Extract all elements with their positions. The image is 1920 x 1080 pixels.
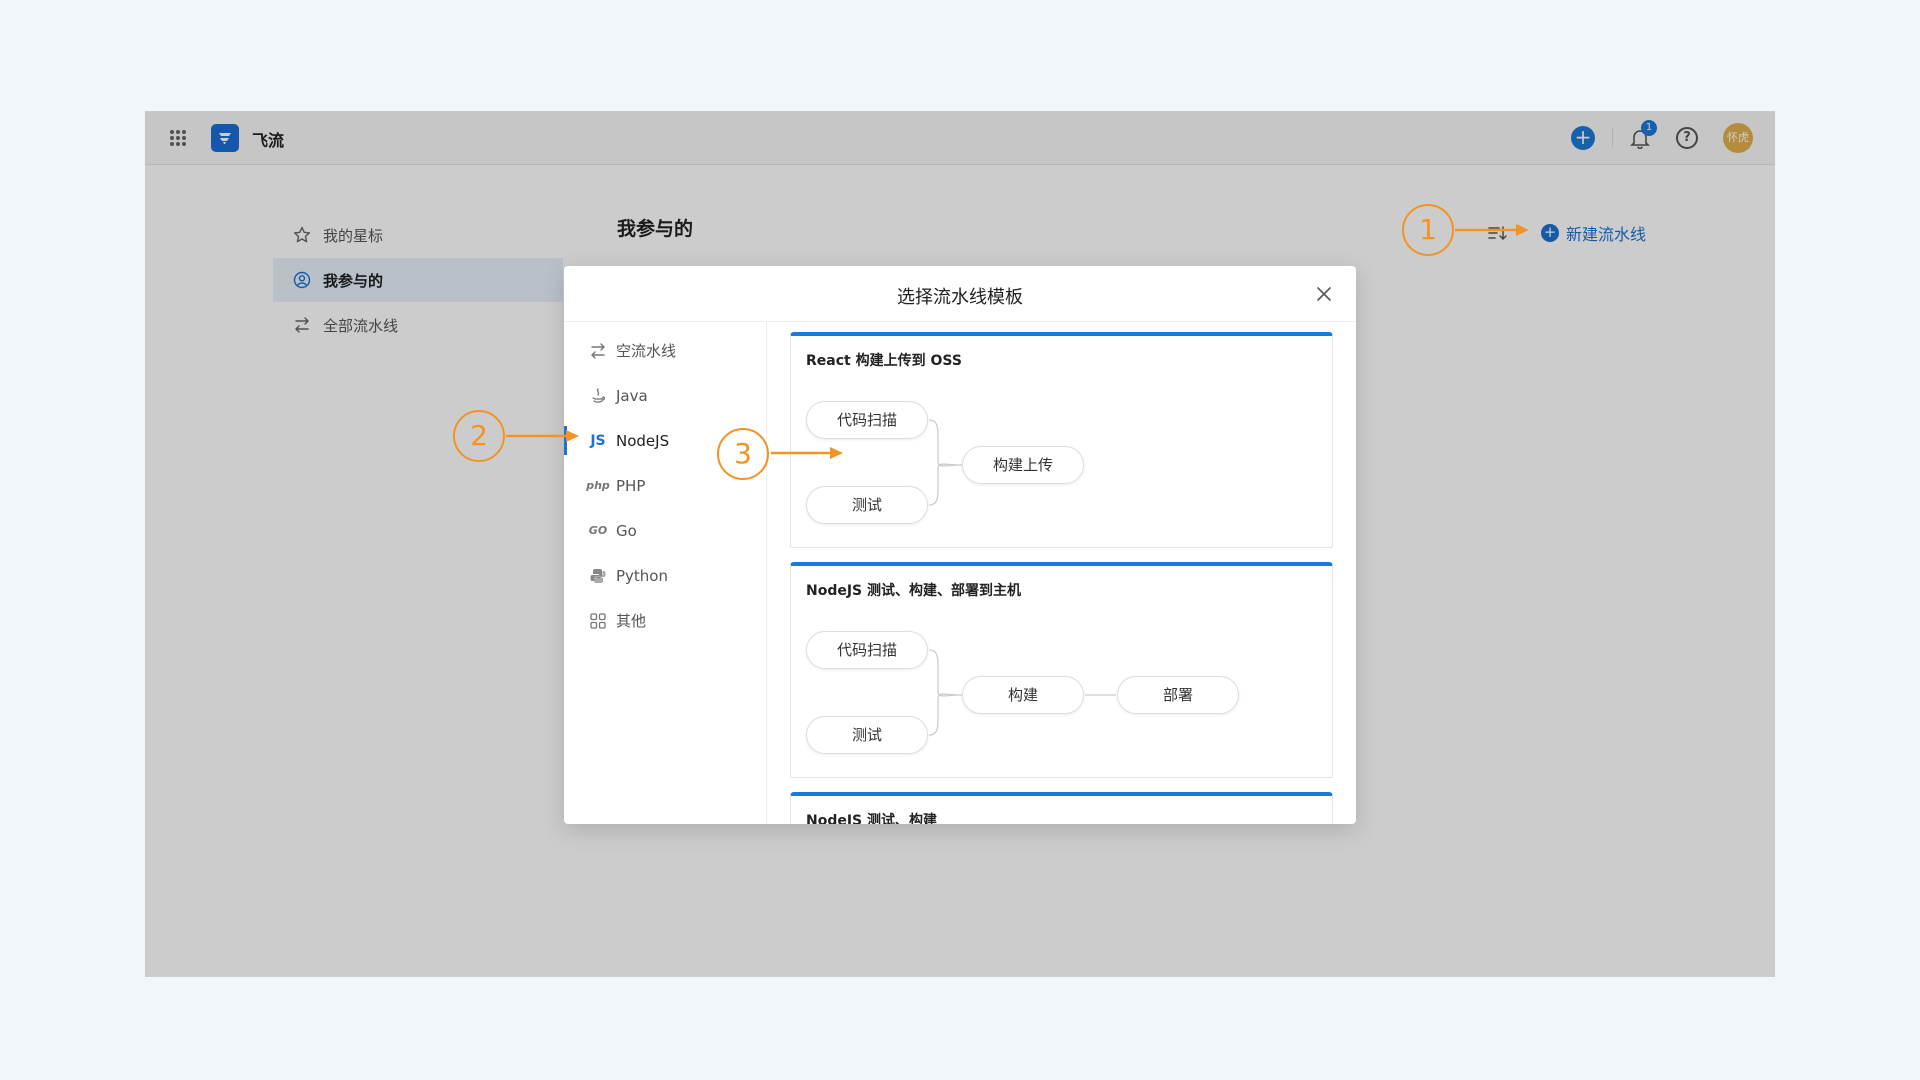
annotation-arrows: [506, 224, 1529, 459]
annotation-marker: 2: [453, 410, 505, 462]
annotation-marker: 1: [1402, 204, 1454, 256]
annotation-marker: 3: [717, 428, 769, 480]
